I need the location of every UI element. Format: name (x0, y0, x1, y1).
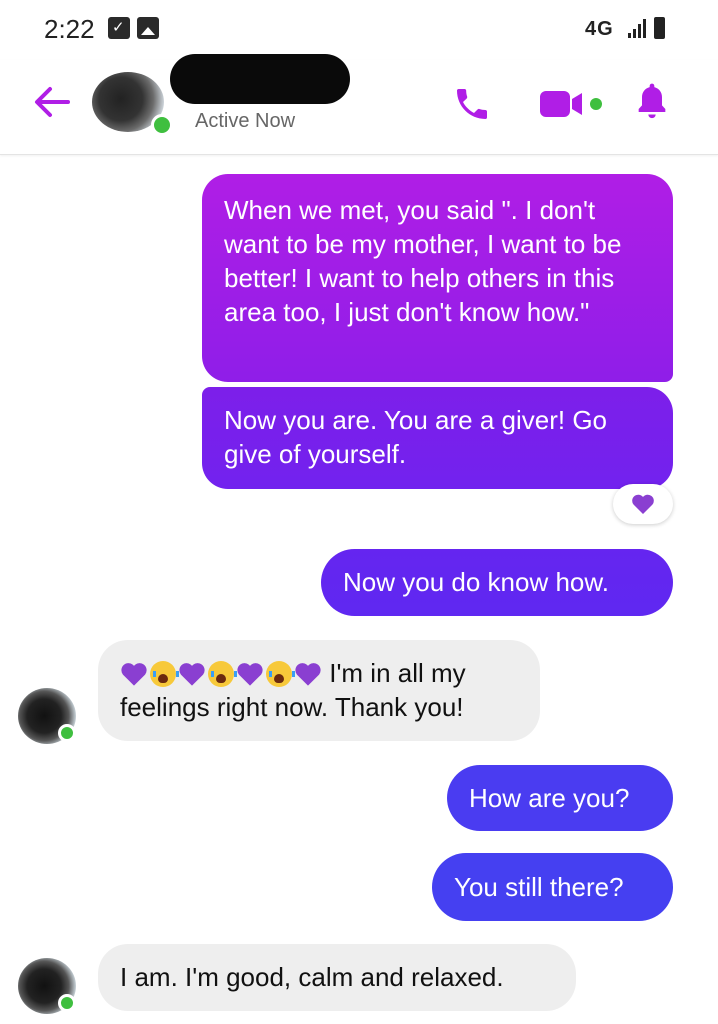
sent-message[interactable]: Now you do know how. (321, 549, 673, 616)
purple-heart-icon (295, 663, 321, 686)
crying-face-icon (266, 661, 295, 687)
sent-message[interactable]: You still there? (432, 853, 673, 921)
status-time: 2:22 (44, 14, 95, 44)
emoji-sequence (120, 661, 322, 687)
crying-face-icon (208, 661, 237, 687)
purple-heart-icon (237, 663, 263, 686)
online-status-dot (58, 724, 76, 742)
received-message[interactable]: I am. I'm good, calm and relaxed. (98, 944, 576, 1011)
active-status-label: Active Now (195, 110, 296, 132)
signal-bars-icon (628, 18, 648, 38)
status-bar: 2:22 4G (0, 0, 718, 58)
online-status-dot (58, 994, 76, 1012)
message-reaction[interactable] (613, 484, 673, 524)
crying-face-icon (150, 661, 179, 687)
notifications-button[interactable] (632, 80, 672, 124)
back-button[interactable] (30, 82, 74, 122)
voice-call-button[interactable] (452, 84, 492, 124)
sent-message[interactable]: How are you? (447, 765, 673, 831)
conversation-header: Active Now (0, 54, 718, 155)
online-status-dot (151, 114, 173, 136)
contact-name-redacted[interactable] (170, 54, 350, 104)
battery-icon (654, 17, 665, 39)
gallery-notification-icon (137, 17, 159, 39)
received-message[interactable]: I'm in all my feelings right now. Thank … (98, 640, 540, 741)
purple-heart-icon (121, 663, 147, 686)
back-arrow-icon (35, 87, 70, 117)
video-call-icon (540, 91, 602, 117)
phone-call-icon (457, 89, 487, 119)
calendar-notification-icon (108, 17, 130, 39)
sent-message[interactable]: Now you are. You are a giver! Go give of… (202, 387, 673, 489)
purple-heart-icon (632, 494, 654, 514)
video-call-button[interactable] (538, 86, 608, 122)
sent-message[interactable]: When we met, you said ". I don't want to… (202, 174, 673, 382)
purple-heart-icon (179, 663, 205, 686)
bell-icon (638, 83, 666, 119)
network-indicator: 4G (585, 18, 614, 40)
